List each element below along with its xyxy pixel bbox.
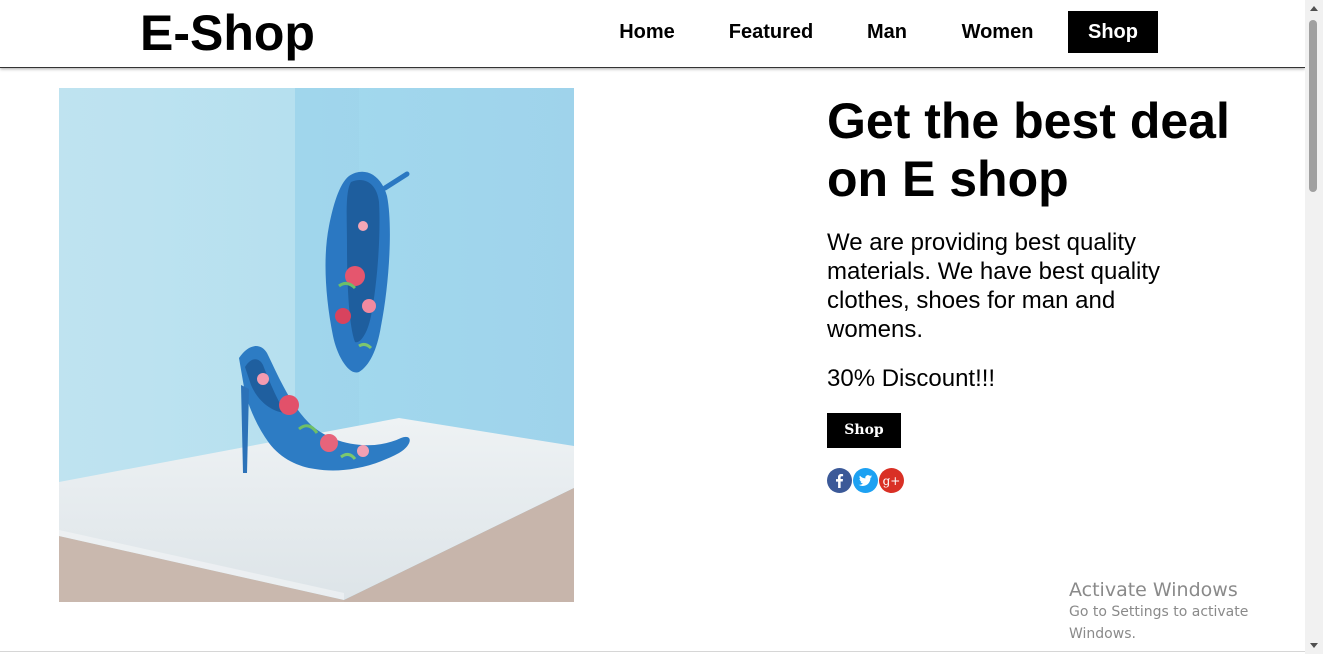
vertical-scrollbar[interactable] xyxy=(1305,0,1323,654)
twitter-icon[interactable] xyxy=(853,468,878,493)
hero-image xyxy=(59,88,574,602)
nav-shop[interactable]: Shop xyxy=(1068,11,1158,53)
shop-button[interactable]: Shop xyxy=(827,413,901,448)
shoes-illustration xyxy=(59,88,574,602)
nav-home[interactable]: Home xyxy=(602,11,692,53)
windows-activation-watermark: Activate Windows Go to Settings to activ… xyxy=(1069,579,1305,645)
nav-women[interactable]: Women xyxy=(947,11,1048,53)
bottom-divider xyxy=(0,651,1305,652)
google-plus-icon[interactable]: g+ xyxy=(879,468,904,493)
scroll-up-icon[interactable] xyxy=(1305,0,1323,18)
site-logo[interactable]: E-Shop xyxy=(140,3,315,63)
svg-text:g+: g+ xyxy=(883,474,901,488)
scroll-down-icon[interactable] xyxy=(1305,636,1323,654)
scroll-thumb[interactable] xyxy=(1309,20,1317,192)
watermark-subtitle: Go to Settings to activate Windows. xyxy=(1069,604,1249,642)
page-viewport: E-Shop Home Featured Man Women Shop Get … xyxy=(0,0,1305,654)
nav-man[interactable]: Man xyxy=(851,11,923,53)
watermark-title: Activate Windows xyxy=(1069,579,1238,601)
discount-text: 30% Discount!!! xyxy=(827,365,996,392)
hero-headline: Get the best deal on E shop xyxy=(827,93,1230,207)
hero-description: We are providing best quality materials.… xyxy=(827,229,1161,343)
facebook-icon[interactable] xyxy=(827,468,852,493)
site-header: E-Shop Home Featured Man Women Shop xyxy=(0,0,1305,68)
nav-featured[interactable]: Featured xyxy=(715,11,827,53)
